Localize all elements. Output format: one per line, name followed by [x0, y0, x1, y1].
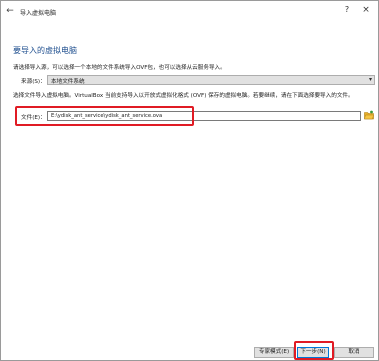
page-heading: 要导入的虚拟电脑: [13, 46, 77, 55]
help-button[interactable]: ?: [341, 4, 353, 16]
back-button[interactable]: ←: [4, 5, 16, 17]
file-field-highlight: [15, 106, 194, 126]
close-button[interactable]: ×: [360, 4, 372, 16]
chevron-down-icon: ▾: [368, 76, 372, 83]
browse-file-button[interactable]: [364, 110, 374, 120]
expert-mode-button[interactable]: 专家模式(E): [254, 347, 294, 358]
import-appliance-dialog: ← 导入虚拟电脑 ? × 要导入的虚拟电脑 请选择导入源，可以选择一个本地的文件…: [0, 0, 379, 361]
source-dropdown-value: 本地文件系统: [51, 79, 85, 85]
source-dropdown[interactable]: 本地文件系统 ▾: [47, 75, 375, 85]
title-bar: ← 导入虚拟电脑 ? ×: [1, 1, 378, 21]
next-button-highlight: [294, 341, 334, 360]
arrow-left-icon: ←: [6, 6, 14, 16]
window-title: 导入虚拟电脑: [20, 10, 57, 17]
file-description: 选择文件导入虚拟电脑。VirtualBox 当前支持导入以开放式虚拟化格式 (O…: [13, 93, 354, 99]
folder-icon: [364, 110, 374, 120]
source-label: 来源(S)：: [21, 79, 46, 85]
source-description: 请选择导入源，可以选择一个本地的文件系统导入OVF包，也可以选择从云服务导入。: [13, 65, 226, 71]
cancel-button[interactable]: 取消: [334, 347, 374, 358]
